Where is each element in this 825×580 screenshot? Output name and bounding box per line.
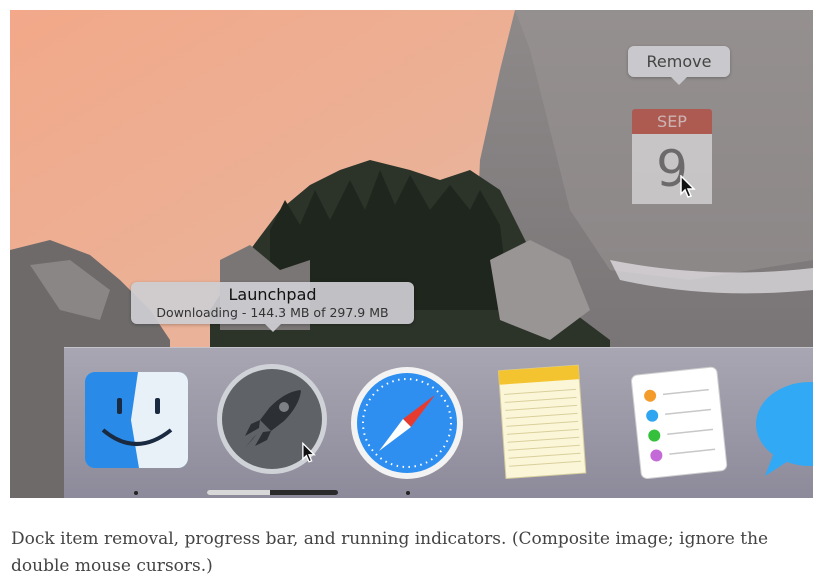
dock-item-notes[interactable] — [490, 360, 590, 480]
calendar-month: SEP — [632, 109, 712, 134]
dock-item-reminders[interactable] — [626, 363, 731, 481]
finder-icon — [85, 372, 188, 468]
download-progress-fill — [207, 490, 270, 495]
running-indicator-safari — [406, 491, 410, 495]
remove-tooltip-label: Remove — [646, 52, 712, 71]
dock-item-finder[interactable] — [83, 370, 190, 470]
notes-icon — [497, 364, 587, 480]
dragged-calendar-icon[interactable]: SEP 9 — [632, 109, 712, 207]
reminders-icon — [630, 366, 728, 480]
launchpad-tooltip: Launchpad Downloading - 144.3 MB of 297.… — [131, 282, 414, 332]
messages-bubble-icon — [756, 382, 813, 476]
launchpad-tooltip-title: Launchpad — [228, 285, 317, 304]
calendar-day: 9 — [632, 134, 712, 204]
safari-compass-icon — [351, 367, 463, 479]
download-progress-bar — [207, 490, 338, 495]
running-indicator-finder — [134, 491, 138, 495]
mouse-cursor-icon — [302, 442, 316, 463]
mouse-cursor-icon — [680, 175, 696, 198]
dock-item-safari[interactable] — [349, 365, 465, 481]
figure-caption: Dock item removal, progress bar, and run… — [11, 529, 769, 576]
screenshot: Remove SEP 9 Launchpad Downloading - 144… — [10, 10, 813, 498]
download-status: Downloading - 144.3 MB of 297.9 MB — [156, 305, 389, 320]
remove-tooltip: Remove — [628, 46, 730, 85]
dock-item-messages[interactable] — [755, 378, 813, 482]
